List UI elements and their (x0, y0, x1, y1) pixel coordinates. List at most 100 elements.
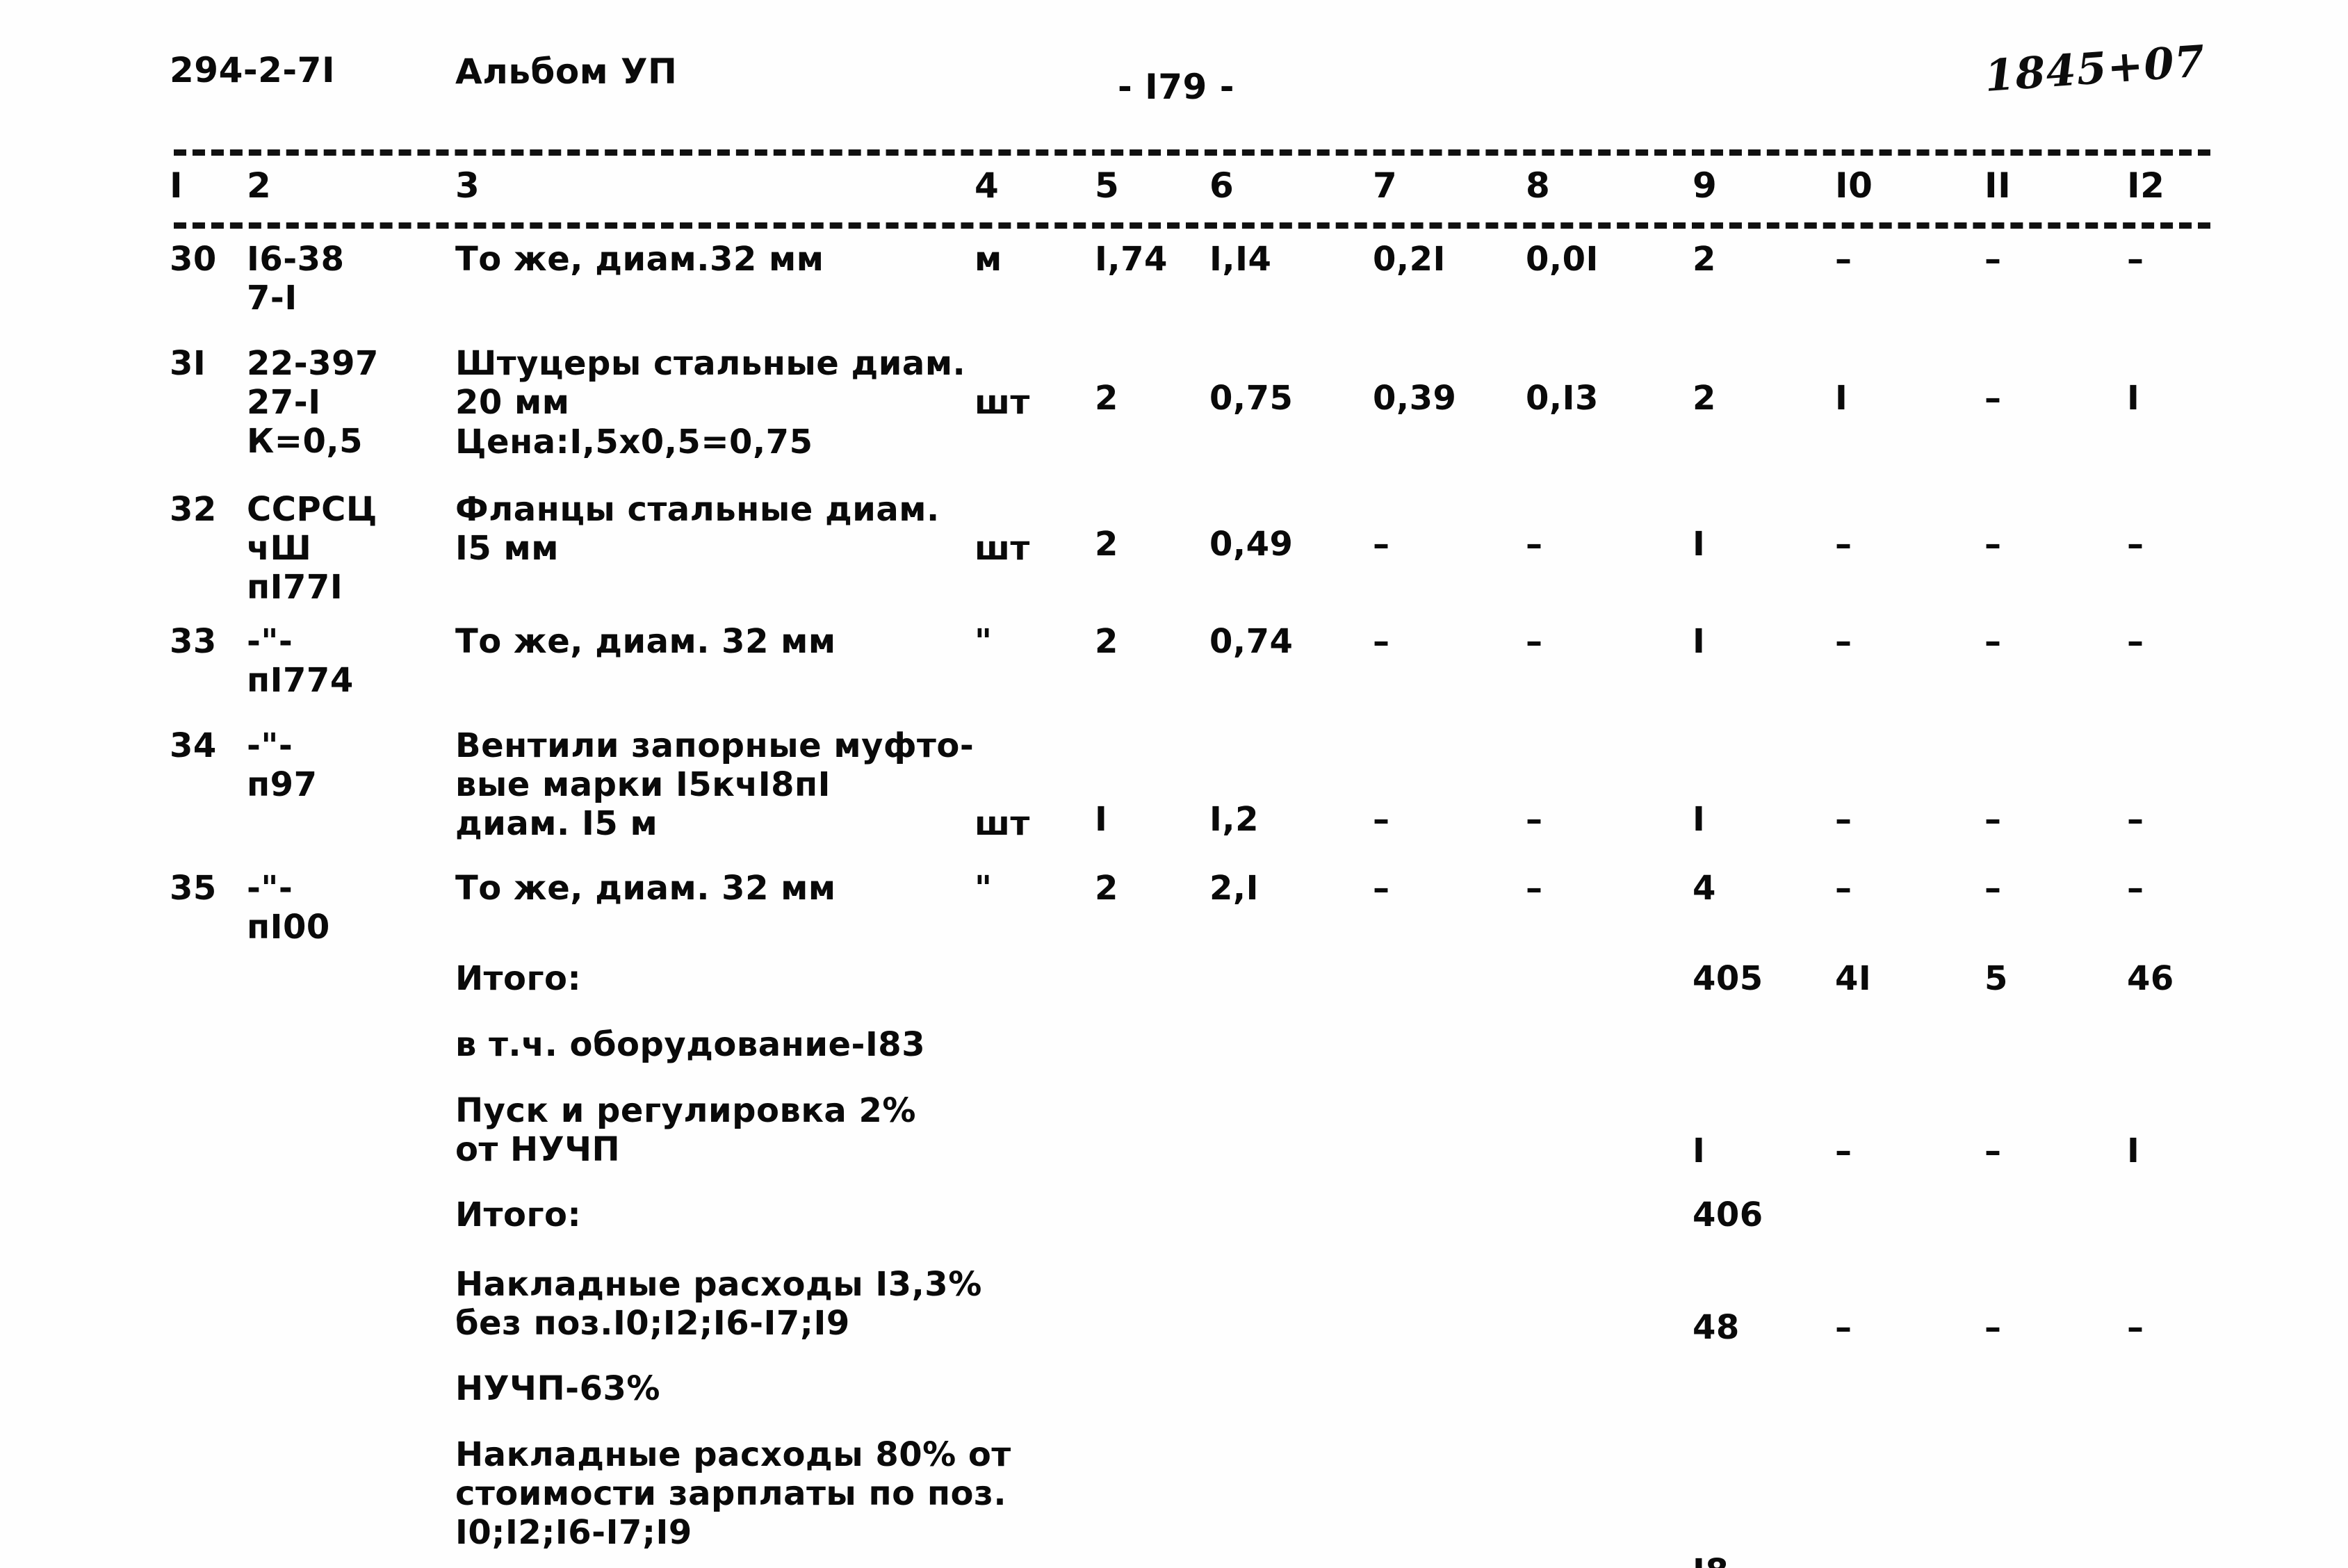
summary-col11: 5 (1984, 959, 2008, 998)
row-col12: – (2127, 622, 2144, 661)
summary-row: Итого: 406 (0, 1195, 2348, 1265)
row-col12: – (2127, 800, 2144, 839)
table-row: 33 -"- пI774 То же, диам. 32 мм " 2 0,74… (0, 622, 2348, 726)
col-num-3: 3 (455, 165, 480, 206)
table-row: 34 -"- п97 Вентили запорные муфто- вые м… (0, 726, 2348, 869)
row-col8: – (1526, 800, 1543, 839)
row-code: -"- пI774 (247, 622, 354, 700)
row-col12: I (2127, 379, 2140, 418)
row-position: 34 (170, 726, 217, 765)
col-num-7: 7 (1373, 165, 1398, 206)
row-col5: 2 (1095, 622, 1118, 661)
row-col7: – (1373, 869, 1390, 908)
row-col12: – (2127, 869, 2144, 908)
row-col6: I,I4 (1209, 240, 1272, 279)
row-col5: 2 (1095, 869, 1118, 908)
row-col9: 4 (1693, 869, 1716, 908)
row-position: 32 (170, 490, 217, 529)
summary-row: Накладные расходы I3,3% без поз.I0;I2;I6… (0, 1265, 2348, 1369)
row-col11: – (1984, 379, 2002, 418)
row-name: То же, диам.32 мм (455, 240, 824, 279)
col-num-11: II (1984, 165, 2012, 206)
row-col7: – (1373, 800, 1390, 839)
row-col11: – (1984, 240, 2002, 279)
summary-col11: – (1984, 1308, 2002, 1347)
summary-col9: 48 (1693, 1308, 1740, 1347)
document-code: 294-2-7I (170, 50, 336, 90)
table-column-numbers: I 2 3 4 5 6 7 8 9 I0 II I2 (0, 165, 2348, 214)
row-unit: м (975, 240, 1002, 279)
row-name: Фланцы стальные диам. I5 мм (455, 490, 940, 568)
col-num-5: 5 (1095, 165, 1120, 206)
summary-row: Накладные расходы 80% от стоимости зарпл… (0, 1435, 2348, 1568)
summary-label: Итого: (455, 1195, 582, 1234)
row-col7: – (1373, 525, 1390, 564)
summary-col9: I8 (1693, 1552, 1729, 1568)
row-code: I6-38 7-I (247, 240, 345, 318)
table-row: 32 ССРСЦ чШ пI77I Фланцы стальные диам. … (0, 490, 2348, 622)
summary-col9: I (1693, 1132, 1706, 1170)
row-col12: – (2127, 240, 2144, 279)
row-col6: 2,I (1209, 869, 1259, 908)
row-code: -"- п97 (247, 726, 318, 804)
page-number: - I79 - (1118, 67, 1235, 107)
row-unit: шт (975, 804, 1030, 843)
row-code: ССРСЦ чШ пI77I (247, 490, 377, 607)
row-unit: шт (975, 383, 1030, 422)
summary-block: Итого: 405 4I 5 46 в т.ч. оборудование-I… (0, 959, 2348, 1568)
summary-label: НУЧП-63% (455, 1369, 660, 1408)
document-page: 294-2-7I Альбом УП - I79 - 1845+07 I 2 3… (0, 0, 2348, 1568)
row-name: Штуцеры стальные диам. 20 мм (455, 344, 966, 422)
row-col11: – (1984, 525, 2002, 564)
row-position: 3I (170, 344, 206, 383)
row-col7: – (1373, 622, 1390, 661)
row-col11: – (1984, 869, 2002, 908)
row-col10: I (1835, 379, 1848, 418)
row-col10: – (1835, 869, 1852, 908)
summary-row: НУЧП-63% (0, 1369, 2348, 1435)
summary-col12: I (2127, 1132, 2140, 1170)
handwritten-stamp: 1845+07 (1982, 35, 2207, 101)
col-num-12: I2 (2127, 165, 2165, 206)
row-col9: 2 (1693, 240, 1716, 279)
row-col9: I (1693, 622, 1706, 661)
row-col8: – (1526, 869, 1543, 908)
row-unit: шт (975, 529, 1030, 568)
row-col10: – (1835, 525, 1852, 564)
album-label: Альбом УП (455, 51, 678, 92)
summary-col10: 4I (1835, 959, 1872, 998)
estimate-table: 30 I6-38 7-I То же, диам.32 мм м I,74 I,… (0, 240, 2348, 973)
row-col6: 0,49 (1209, 525, 1294, 564)
col-num-2: 2 (247, 165, 272, 206)
row-col11: – (1984, 622, 2002, 661)
row-col8: 0,0I (1526, 240, 1599, 279)
col-num-8: 8 (1526, 165, 1551, 206)
row-col9: 2 (1693, 379, 1716, 418)
summary-col10: – (1835, 1132, 1852, 1170)
row-col8: – (1526, 525, 1543, 564)
row-col8: 0,I3 (1526, 379, 1599, 418)
row-price-note: Цена:I,5x0,5=0,75 (455, 423, 813, 462)
row-col10: – (1835, 800, 1852, 839)
col-num-4: 4 (975, 165, 1000, 206)
row-col6: 0,74 (1209, 622, 1294, 661)
summary-label: в т.ч. оборудование-I83 (455, 1025, 926, 1064)
summary-col10: – (1835, 1308, 1852, 1347)
row-col10: – (1835, 622, 1852, 661)
row-position: 35 (170, 869, 217, 908)
table-row: 35 -"- пI00 То же, диам. 32 мм " 2 2,I –… (0, 869, 2348, 973)
summary-row: в т.ч. оборудование-I83 (0, 1025, 2348, 1091)
row-col12: – (2127, 525, 2144, 564)
row-position: 33 (170, 622, 217, 661)
summary-col11: – (1984, 1132, 2002, 1170)
summary-label: Накладные расходы I3,3% без поз.I0;I2;I6… (455, 1265, 982, 1343)
summary-label: Пуск и регулировка 2% от НУЧП (455, 1091, 916, 1169)
table-row: 3I 22-397 27-I К=0,5 Штуцеры стальные ди… (0, 344, 2348, 490)
summary-col12: – (2127, 1308, 2144, 1347)
row-col8: – (1526, 622, 1543, 661)
row-col5: I (1095, 800, 1108, 839)
row-col9: I (1693, 800, 1706, 839)
summary-label: Итого: (455, 959, 582, 998)
row-name: Вентили запорные муфто- вые марки I5кчI8… (455, 726, 975, 843)
summary-col11: – (1984, 1552, 2002, 1568)
